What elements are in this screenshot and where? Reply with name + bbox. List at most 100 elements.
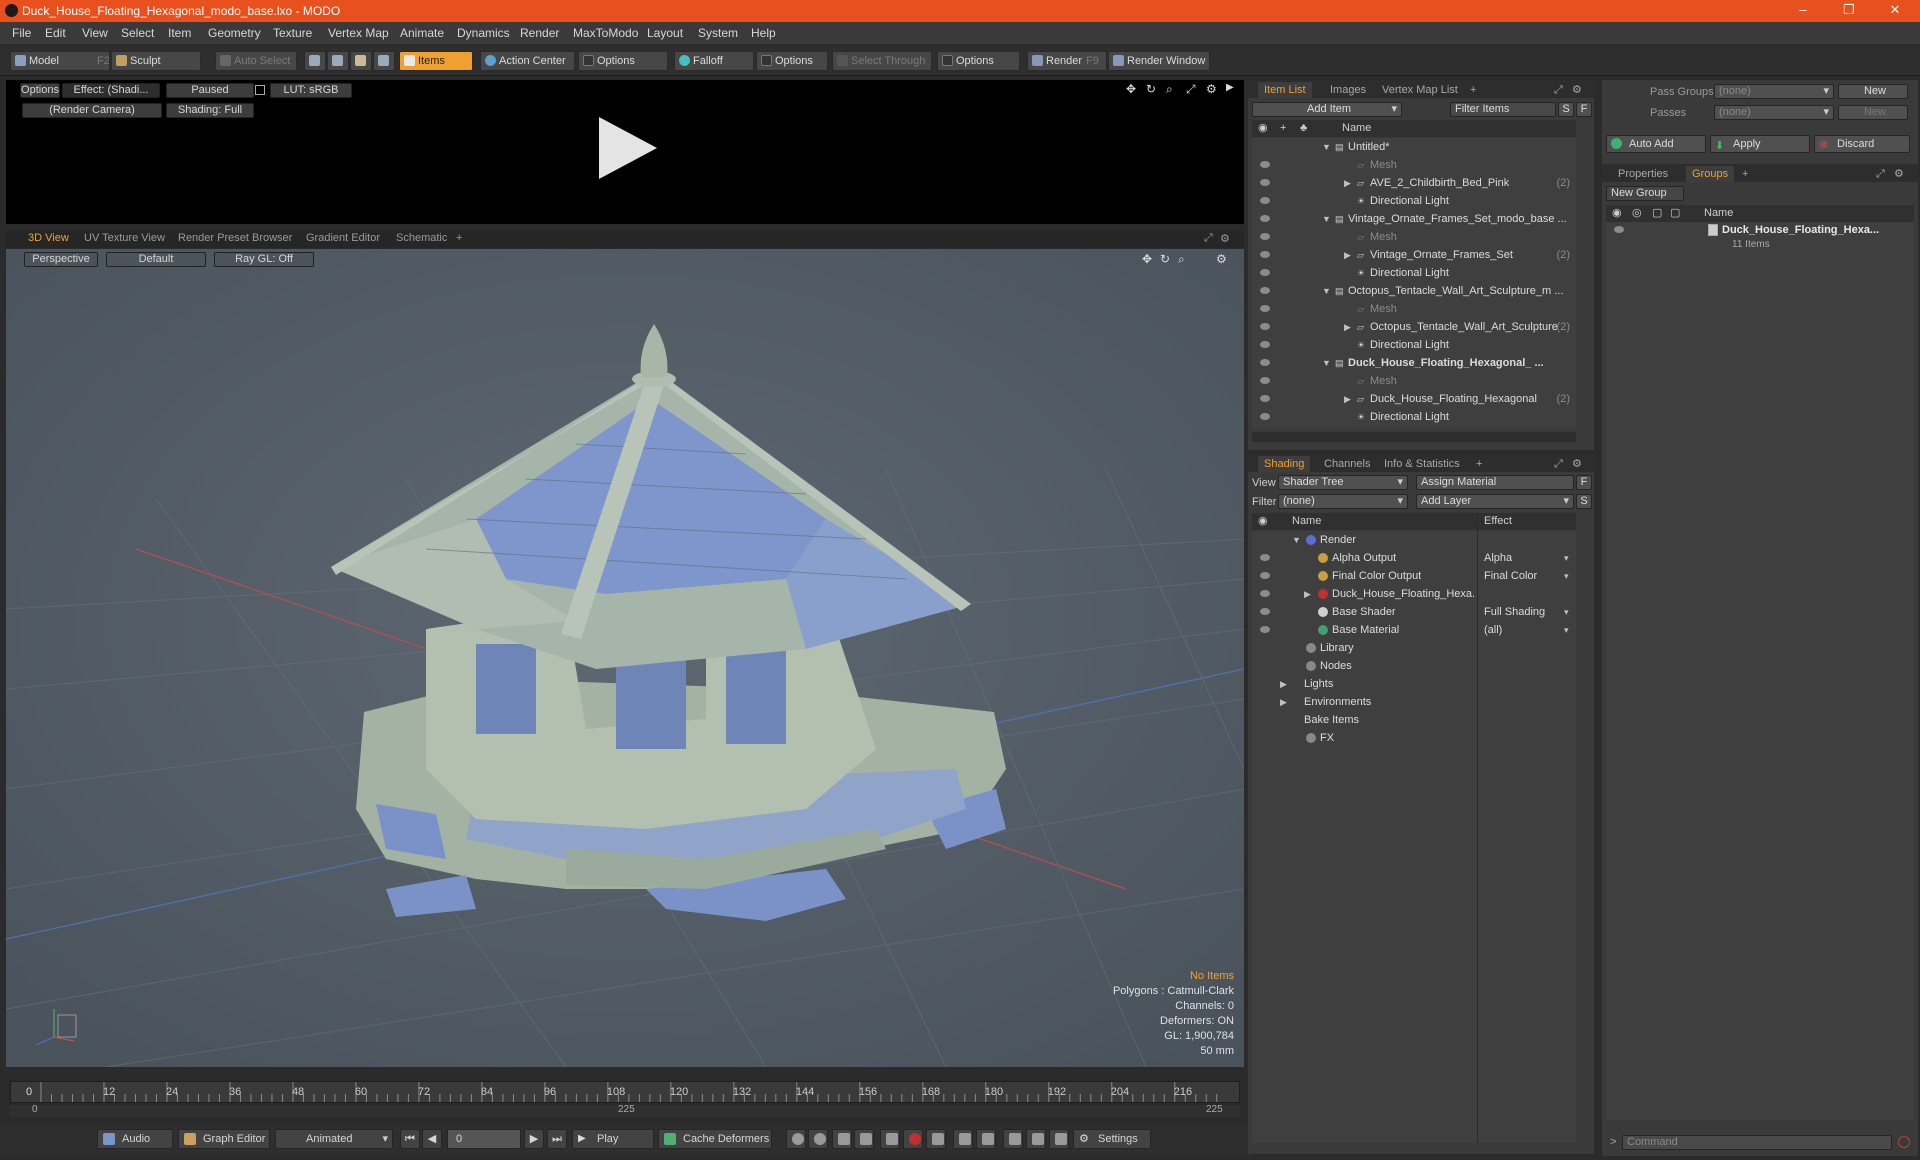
- item-row[interactable]: ▱ Mesh: [1252, 156, 1576, 174]
- move-icon[interactable]: ✥: [1126, 82, 1136, 96]
- gear-icon[interactable]: ⚙: [1888, 166, 1910, 182]
- menu-view[interactable]: View: [82, 26, 108, 40]
- key-tool-button-2[interactable]: [808, 1129, 828, 1149]
- lut-dropdown[interactable]: LUT: sRGB: [270, 83, 352, 98]
- eye-icon[interactable]: [1260, 590, 1270, 597]
- chevron-down-icon[interactable]: ▾: [1564, 549, 1569, 567]
- expand-arrow-icon[interactable]: ▶: [1344, 246, 1351, 264]
- eye-icon[interactable]: [1260, 323, 1270, 330]
- render-button[interactable]: Render F9: [1027, 51, 1107, 71]
- settings-button[interactable]: ⚙ Settings: [1073, 1129, 1151, 1149]
- item-list-tree[interactable]: ▼ ▤ Untitled* ▱ Mesh ▶ ▱ AVE_2_Childbirth_Bed_P…: [1252, 138, 1576, 428]
- auto-select-button[interactable]: Auto Select: [215, 51, 297, 71]
- item-row[interactable]: ▱ Mesh: [1252, 372, 1576, 390]
- eye-icon[interactable]: [1260, 395, 1270, 402]
- render-window-button[interactable]: Render Window: [1108, 51, 1210, 71]
- shader-row[interactable]: ▼ Render: [1252, 531, 1576, 549]
- lock-icon[interactable]: [255, 85, 265, 95]
- go-to-start-button[interactable]: ⏮: [400, 1129, 420, 1149]
- action-center-options-button[interactable]: Options: [578, 51, 668, 71]
- groups-list[interactable]: Duck_House_Floating_Hexa... 11 Items: [1606, 222, 1914, 1120]
- next-key-button[interactable]: [854, 1129, 874, 1149]
- perspective-dropdown[interactable]: Perspective: [24, 252, 98, 267]
- item-row[interactable]: ☀ Directional Light: [1252, 336, 1576, 354]
- tab-shading[interactable]: Shading: [1258, 456, 1311, 472]
- action-center-button[interactable]: Action Center: [480, 51, 575, 71]
- play-button[interactable]: ▶ Play: [572, 1129, 654, 1149]
- tab-gradient-editor[interactable]: Gradient Editor: [306, 232, 380, 244]
- collapse-arrow-icon[interactable]: ▼: [1322, 210, 1331, 228]
- expand-arrow-icon[interactable]: ▶: [1344, 390, 1351, 408]
- add-tab-button[interactable]: +: [1736, 166, 1754, 182]
- frame-input[interactable]: 0: [447, 1129, 521, 1149]
- menu-select[interactable]: Select: [121, 26, 154, 40]
- expand-arrow-icon[interactable]: ▶: [1280, 675, 1287, 693]
- item-row[interactable]: ▱ Mesh: [1252, 300, 1576, 318]
- collapse-arrow-icon[interactable]: ▼: [1322, 138, 1331, 156]
- chevron-down-icon[interactable]: ▾: [1564, 621, 1569, 639]
- effect-dropdown[interactable]: Full Shading: [1484, 603, 1545, 621]
- 3d-viewport[interactable]: Perspective Default Ray GL: Off ✥ ↻ ⌕ ⚙ …: [6, 249, 1244, 1067]
- select-options-button[interactable]: Options: [937, 51, 1020, 71]
- chevron-down-icon[interactable]: ▾: [1564, 567, 1569, 585]
- menu-system[interactable]: System: [698, 26, 738, 40]
- shader-row[interactable]: Base Material (all) ▾: [1252, 621, 1576, 639]
- effect-dropdown[interactable]: (all): [1484, 621, 1502, 639]
- edges-mode-button[interactable]: [327, 51, 349, 71]
- record-macro-icon[interactable]: [1898, 1136, 1910, 1148]
- eye-icon[interactable]: [1260, 233, 1270, 240]
- filter-f-button[interactable]: F: [1576, 102, 1592, 117]
- graph-editor-button[interactable]: Graph Editor: [178, 1129, 270, 1149]
- prev-frame-button[interactable]: ◀: [422, 1129, 442, 1149]
- view-dropdown[interactable]: Shader Tree: [1278, 475, 1408, 490]
- ik-button[interactable]: [1003, 1129, 1023, 1149]
- expand-arrow-icon[interactable]: ▶: [1344, 174, 1351, 192]
- menu-animate[interactable]: Animate: [400, 26, 444, 40]
- item-row[interactable]: ▼ ▤ Octopus_Tentacle_Wall_Art_Sculpture_m …: [1252, 282, 1576, 300]
- shading-f-button[interactable]: F: [1576, 475, 1592, 490]
- minimize-button[interactable]: –: [1788, 2, 1818, 17]
- tab-images[interactable]: Images: [1324, 82, 1372, 98]
- menu-geometry[interactable]: Geometry: [208, 26, 261, 40]
- items-mode-button[interactable]: Items: [399, 51, 473, 71]
- eye-icon[interactable]: [1260, 608, 1270, 615]
- shader-row[interactable]: Base Shader Full Shading ▾: [1252, 603, 1576, 621]
- gear-icon[interactable]: ⚙: [1566, 82, 1588, 98]
- eye-icon[interactable]: [1260, 572, 1270, 579]
- pass-groups-dropdown[interactable]: (none): [1714, 84, 1834, 99]
- prev-key-button[interactable]: [832, 1129, 852, 1149]
- item-row[interactable]: ☀ Directional Light: [1252, 264, 1576, 282]
- cache-deformers-button[interactable]: Cache Deformers: [658, 1129, 772, 1149]
- eye-icon[interactable]: [1260, 359, 1270, 366]
- paused-toggle[interactable]: Paused: [166, 83, 254, 98]
- eye-icon[interactable]: [1614, 226, 1624, 233]
- item-row[interactable]: ▼ ▤ Vintage_Ornate_Frames_Set_modo_base ..…: [1252, 210, 1576, 228]
- tab-render-preset-browser[interactable]: Render Preset Browser: [178, 232, 292, 244]
- effect-dropdown[interactable]: Effect: (Shadi...: [62, 83, 160, 98]
- group-row[interactable]: Duck_House_Floating_Hexa... 11 Items: [1606, 222, 1914, 254]
- gear-icon[interactable]: ⚙: [1220, 232, 1230, 245]
- tab-item-list[interactable]: Item List: [1258, 82, 1312, 98]
- expand-arrow-icon[interactable]: ▶: [1280, 693, 1287, 711]
- new-group-button[interactable]: New Group: [1606, 186, 1684, 201]
- eye-icon[interactable]: [1260, 305, 1270, 312]
- menu-edit[interactable]: Edit: [45, 26, 66, 40]
- render-camera-dropdown[interactable]: (Render Camera): [22, 103, 162, 118]
- eye-icon[interactable]: [1260, 269, 1270, 276]
- rotate-icon[interactable]: ↻: [1160, 252, 1170, 266]
- timeline-range-bar[interactable]: 0 225 225: [10, 1104, 1240, 1117]
- shader-row[interactable]: ▶ Environments: [1252, 693, 1576, 711]
- dynamics-button[interactable]: [1026, 1129, 1046, 1149]
- filter-dropdown[interactable]: (none): [1278, 494, 1408, 509]
- tab-schematic[interactable]: Schematic: [396, 232, 447, 244]
- menu-item[interactable]: Item: [168, 26, 191, 40]
- add-tab-button[interactable]: +: [1470, 456, 1488, 472]
- next-frame-button[interactable]: ▶: [524, 1129, 544, 1149]
- eye-icon[interactable]: [1260, 197, 1270, 204]
- item-row[interactable]: ▼ ▤ Untitled*: [1252, 138, 1576, 156]
- shader-row[interactable]: Final Color Output Final Color ▾: [1252, 567, 1576, 585]
- new-pass-button[interactable]: New: [1838, 105, 1908, 120]
- expand-arrow-icon[interactable]: ▶: [1304, 585, 1311, 603]
- shader-row[interactable]: ▶ Duck_House_Floating_Hexa...: [1252, 585, 1576, 603]
- add-tab-button[interactable]: +: [1464, 82, 1482, 98]
